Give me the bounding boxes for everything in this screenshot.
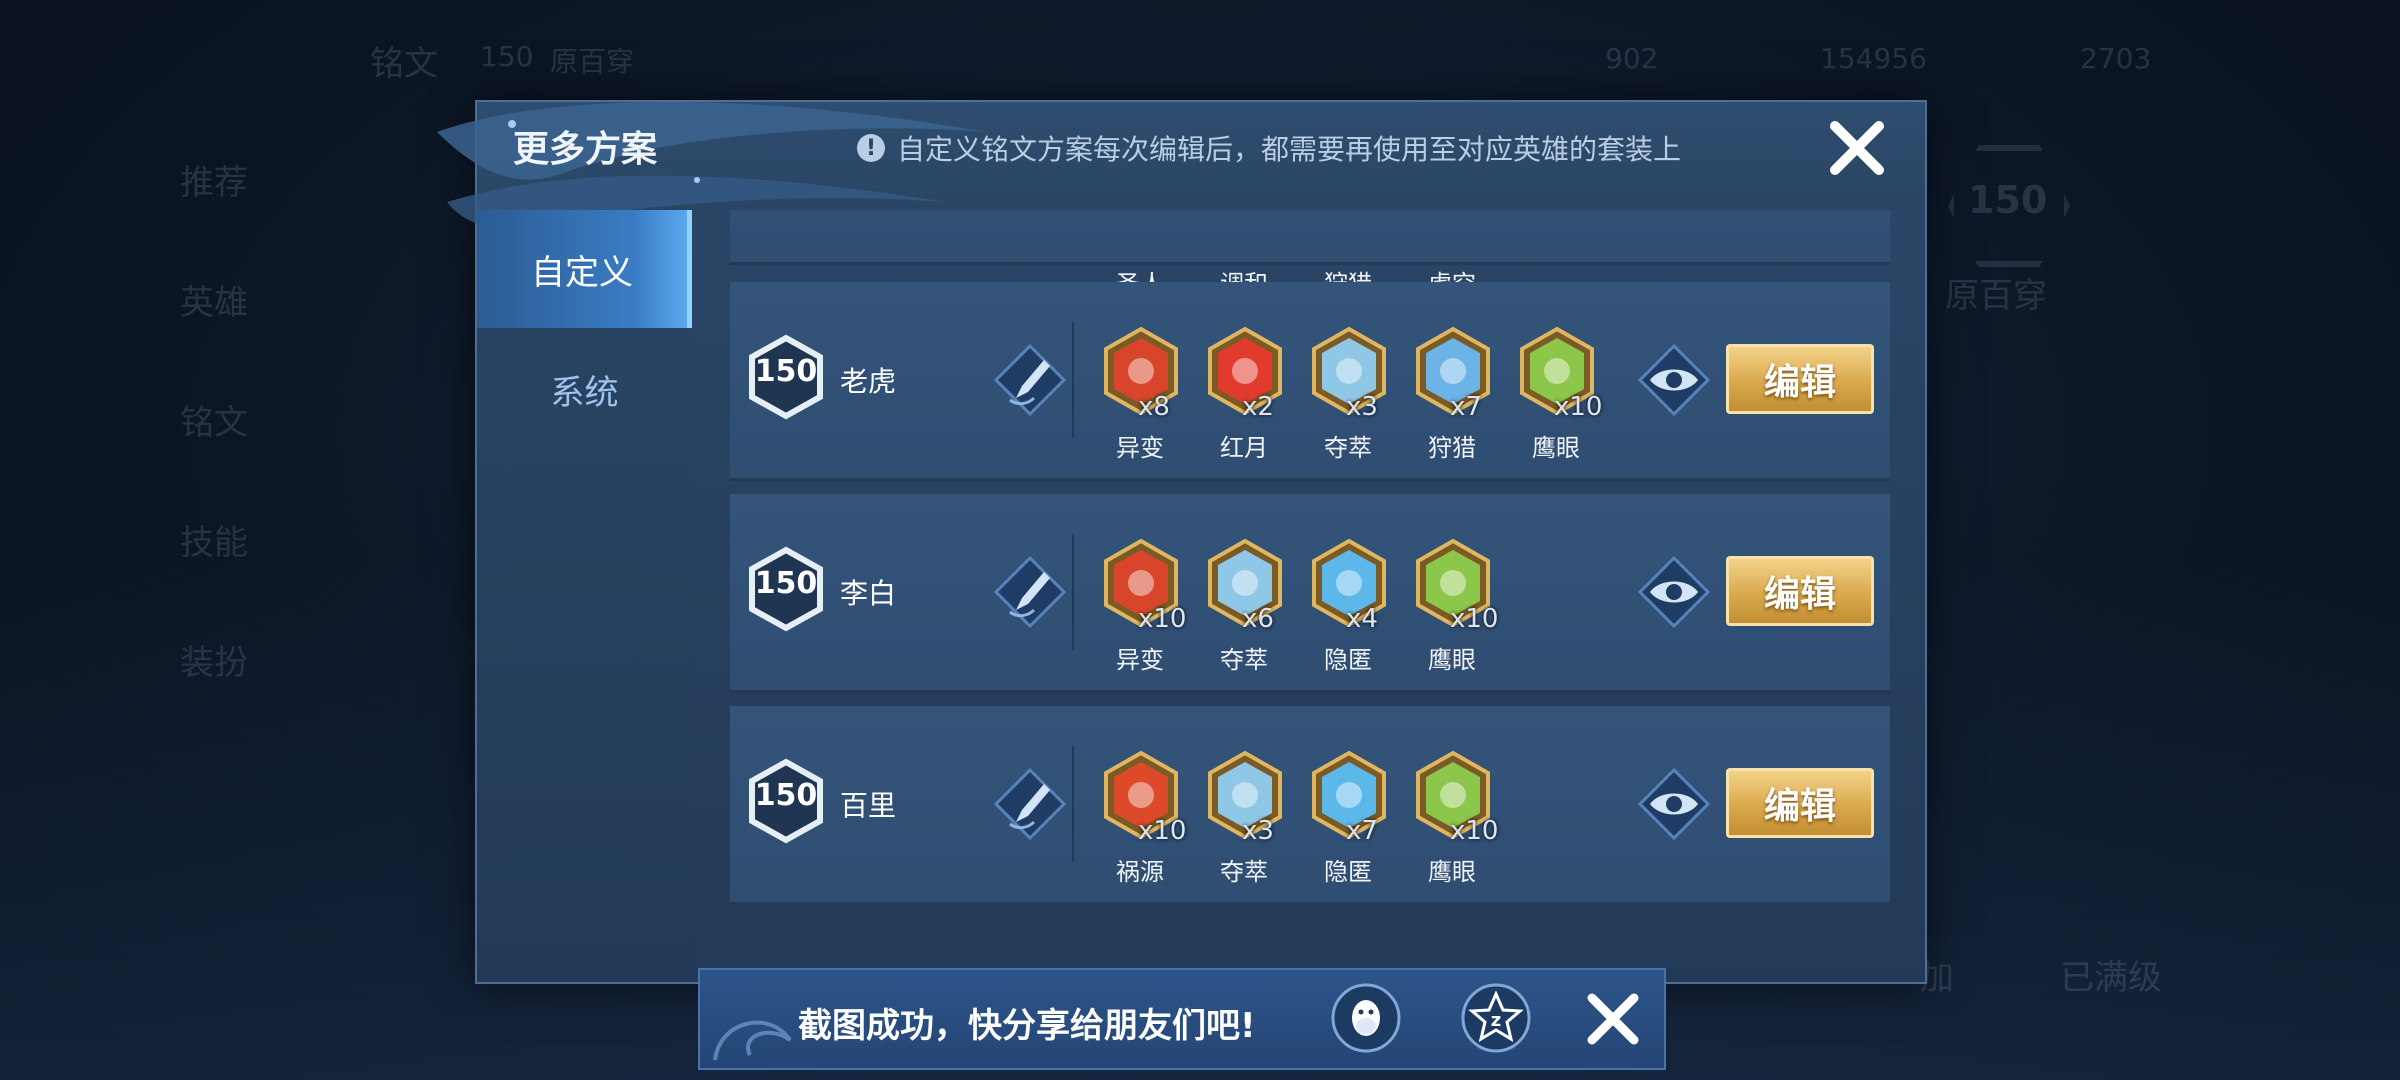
tab-system[interactable]: 系统 — [477, 330, 692, 448]
rune-count: x7 — [1450, 392, 1482, 422]
bg-left-menu-4: 装扮 — [180, 643, 248, 683]
row-divider — [1072, 746, 1074, 862]
rune-name: 鹰眼 — [1532, 434, 1580, 462]
bg-currency-2: 154956 — [1820, 42, 1927, 75]
tab-custom[interactable]: 自定义 — [477, 210, 692, 328]
rune-count: x10 — [1450, 604, 1499, 634]
notice: ! 自定义铭文方案每次编辑后，都需要再使用至对应英雄的套装上 — [857, 128, 1681, 168]
rune-slot: x10 鹰眼 — [1504, 326, 1608, 466]
close-dialog-button[interactable] — [1825, 116, 1889, 180]
plan-list: 圣人 调和 狩猎 虚空 150老虎x8异变x2红月x3夺萃x7狩猎x10鹰眼编辑… — [730, 210, 1890, 982]
qq-share-icon[interactable] — [1330, 982, 1402, 1054]
rune-slot: x7 狩猎 — [1400, 326, 1504, 466]
bg-left-menu-1: 英雄 — [180, 283, 248, 323]
rune-slot: x10 鹰眼 — [1400, 750, 1504, 890]
bg-left-menu-3: 技能 — [180, 523, 248, 563]
rune-slot: x10 鹰眼 — [1400, 538, 1504, 678]
qzone-share-icon[interactable]: z — [1460, 982, 1532, 1054]
rune-name: 鹰眼 — [1428, 858, 1476, 886]
plan-row: 150 老虎 x8 异变 x2 红月 x3 夺萃 x7 狩猎 x10 鹰眼 编辑 — [730, 282, 1890, 481]
rune-slot: x2 红月 — [1192, 326, 1296, 466]
rune-count: x6 — [1242, 604, 1274, 634]
info-icon: ! — [857, 134, 885, 162]
rune-name: 隐匿 — [1324, 858, 1372, 886]
rune-name: 夺萃 — [1220, 858, 1268, 886]
rune-name: 鹰眼 — [1428, 646, 1476, 674]
rune-name: 狩猎 — [1428, 434, 1476, 462]
rune-count: x10 — [1554, 392, 1603, 422]
plan-type-sidebar: 自定义 系统 — [477, 210, 692, 982]
bg-right-name: 原百穿 — [1945, 276, 2047, 316]
bg-left-menu-2: 铭文 — [180, 403, 248, 443]
rune-count: x3 — [1346, 392, 1378, 422]
rune-slot: x3 夺萃 — [1192, 750, 1296, 890]
row-divider — [1072, 534, 1074, 650]
plan-row: 150 百里 x10 祸源 x3 夺萃 x7 隐匿 x10 鹰眼 编辑 — [730, 706, 1890, 905]
rune-slot: x6 夺萃 — [1192, 538, 1296, 678]
preview-eye-icon[interactable] — [1636, 342, 1712, 418]
row-divider — [1072, 322, 1074, 438]
rune-name: 异变 — [1116, 646, 1164, 674]
rune-count: x10 — [1138, 604, 1187, 634]
rune-count: x4 — [1346, 604, 1378, 634]
svg-text:z: z — [1491, 1010, 1501, 1031]
bg-top-tab: 铭文 — [370, 44, 438, 84]
rune-name: 祸源 — [1116, 858, 1164, 886]
toast-close-button[interactable] — [1584, 990, 1642, 1048]
rune-count: x3 — [1242, 816, 1274, 846]
share-toast: 截图成功，快分享给朋友们吧! z — [698, 968, 1666, 1070]
preview-eye-icon[interactable] — [1636, 554, 1712, 630]
rune-name: 夺萃 — [1324, 434, 1372, 462]
hero-name: 老虎 — [840, 365, 897, 398]
dialog-header: 更多方案 ! 自定义铭文方案每次编辑后，都需要再使用至对应英雄的套装上 — [437, 102, 1925, 228]
rune-count: x10 — [1138, 816, 1187, 846]
level-text: 150 — [754, 354, 818, 389]
bg-top-player: 原百穿 — [550, 45, 635, 78]
dialog-title: 更多方案 — [513, 129, 658, 170]
hero-name: 百里 — [840, 789, 897, 822]
edit-button[interactable]: 编辑 — [1726, 768, 1874, 838]
rune-slot: x4 隐匿 — [1296, 538, 1400, 678]
rune-name: 异变 — [1116, 434, 1164, 462]
bg-top-level: 150 — [480, 40, 534, 73]
notice-text: 自定义铭文方案每次编辑后，都需要再使用至对应英雄的套装上 — [897, 133, 1682, 166]
bg-right-level: 150 — [1968, 178, 2048, 222]
rune-slot: x7 隐匿 — [1296, 750, 1400, 890]
more-plans-dialog: 更多方案 ! 自定义铭文方案每次编辑后，都需要再使用至对应英雄的套装上 自定义 … — [437, 100, 1927, 984]
rune-count: x10 — [1450, 816, 1499, 846]
toast-swirl-decoration — [713, 1020, 792, 1061]
rune-count: x8 — [1138, 392, 1170, 422]
rune-slot: x10 祸源 — [1088, 750, 1192, 890]
rune-count: x7 — [1346, 816, 1378, 846]
rename-brush-icon[interactable] — [992, 766, 1068, 842]
edit-button[interactable]: 编辑 — [1726, 556, 1874, 626]
preview-eye-icon[interactable] — [1636, 766, 1712, 842]
rune-name: 隐匿 — [1324, 646, 1372, 674]
bg-currency-3: 2703 — [2080, 42, 2152, 75]
rune-slot: x8 异变 — [1088, 326, 1192, 466]
bg-left-menu-0: 推荐 — [180, 163, 248, 203]
rune-name: 夺萃 — [1220, 646, 1268, 674]
rename-brush-icon[interactable] — [992, 554, 1068, 630]
toast-text: 截图成功，快分享给朋友们吧! — [798, 1006, 1256, 1046]
plan-row: 150 李白 x10 异变 x6 夺萃 x4 隐匿 x10 鹰眼 编辑 — [730, 494, 1890, 693]
rune-count: x2 — [1242, 392, 1274, 422]
rune-name: 红月 — [1220, 434, 1268, 462]
level-text: 150 — [754, 778, 818, 813]
rune-slot: x10 异变 — [1088, 538, 1192, 678]
level-text: 150 — [754, 566, 818, 601]
bg-currency-1: 902 — [1605, 42, 1659, 75]
bg-right-button-2: 已满级 — [2060, 958, 2162, 998]
edit-button[interactable]: 编辑 — [1726, 344, 1874, 414]
hero-name: 李白 — [840, 577, 897, 610]
rename-brush-icon[interactable] — [992, 342, 1068, 418]
rune-slot: x3 夺萃 — [1296, 326, 1400, 466]
plan-row-partial: 圣人 调和 狩猎 虚空 — [730, 210, 1890, 298]
